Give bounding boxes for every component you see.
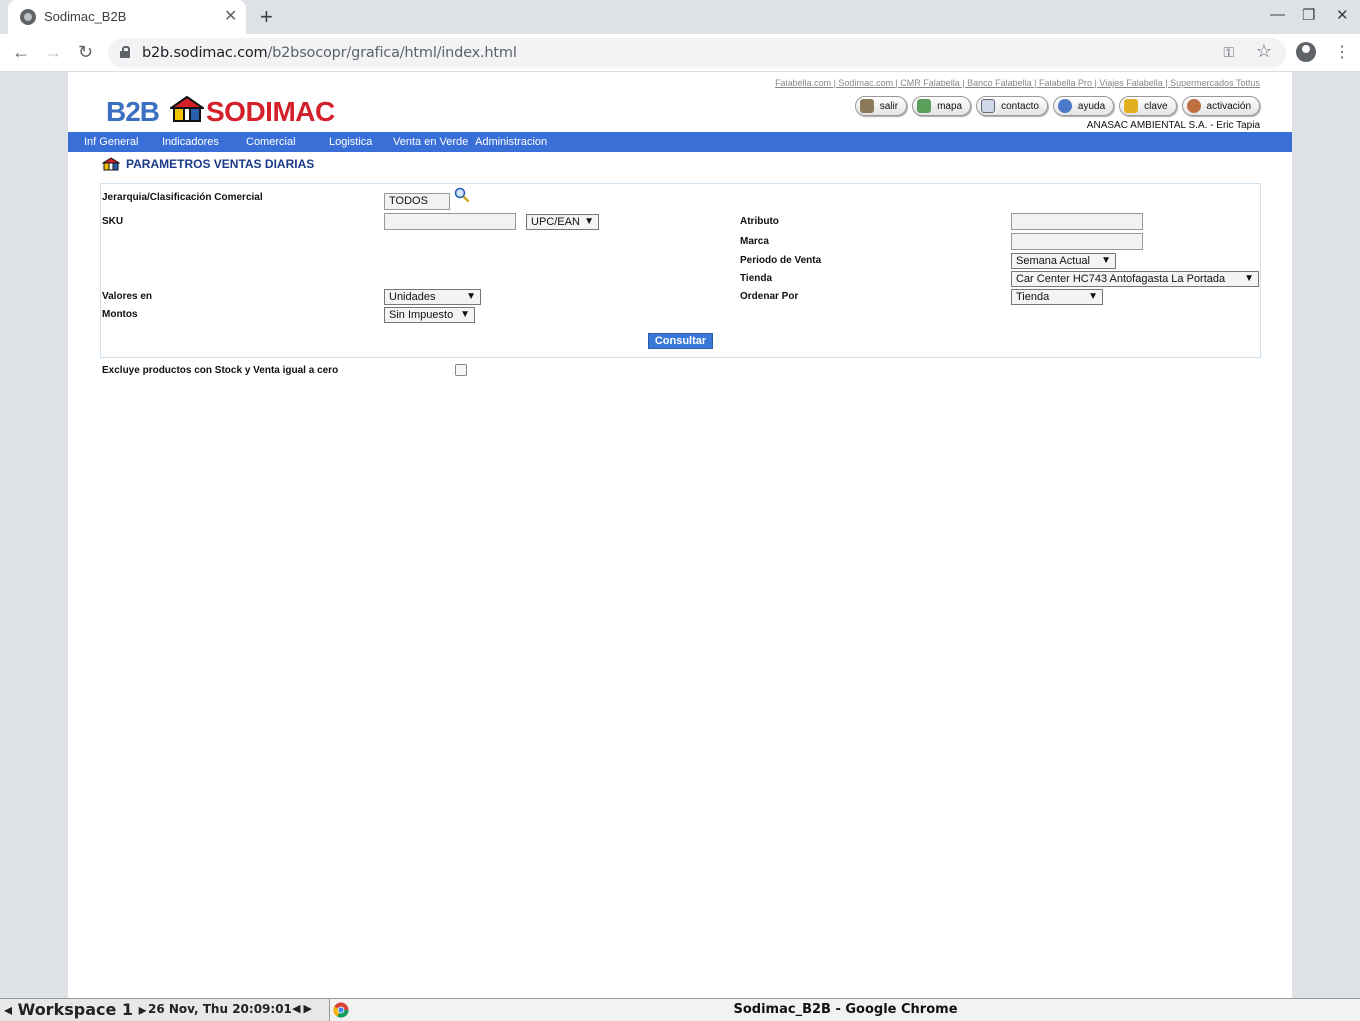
logo-b2b: B2B [106,96,160,127]
chevron-down-icon: ▼ [1244,273,1254,284]
house-logo-icon [170,96,204,122]
forward-icon[interactable]: → [44,42,62,63]
activacion-button[interactable]: activación [1181,96,1260,116]
close-tab-icon[interactable]: ✕ [224,6,237,26]
menu-kebab-icon[interactable]: ⋮ [1334,42,1350,62]
logo-sodimac: SODIMAC [206,96,335,127]
valores-select[interactable]: Unidades ▼ [384,289,481,305]
help-icon [1057,99,1072,113]
reload-icon[interactable]: ↻ [78,42,93,63]
contacto-button[interactable]: contacto [976,96,1048,116]
key-icon [1124,99,1139,113]
lock-icon [120,46,130,58]
montos-label: Montos [102,309,138,320]
user-icon [1186,99,1201,113]
envelope-icon [981,99,996,113]
periodo-select[interactable]: Semana Actual ▼ [1011,253,1116,269]
periodo-label: Periodo de Venta [740,255,822,266]
profile-icon[interactable] [1296,42,1316,62]
tab-title: Sodimac_B2B [44,9,127,24]
ordenar-label: Ordenar Por [740,291,799,302]
chevron-down-icon: ▼ [466,291,476,302]
consultar-button[interactable]: Consultar [648,333,713,349]
partner-links[interactable]: Falabella.com | Sodimac.com | CMR Falabe… [775,78,1260,88]
url-text: b2b.sodimac.com/b2bsocopr/grafica/html/i… [142,45,517,61]
globe-icon [20,9,36,25]
menu-inf-general[interactable]: Inf General [84,136,138,148]
chevron-down-icon: ▼ [1088,291,1098,302]
search-icon[interactable] [454,187,470,203]
restore-icon[interactable]: ❐ [1302,6,1315,24]
tienda-select[interactable]: Car Center HC743 Antofagasta La Portada ▼ [1011,271,1259,287]
atributo-label: Atributo [740,216,779,227]
bookmark-star-icon[interactable]: ☆ [1256,41,1272,62]
excluye-checkbox[interactable] [455,364,467,376]
tienda-label: Tienda [740,273,773,284]
user-info: ANASAC AMBIENTAL S.A. - Eric Tapia [1086,120,1260,131]
excluye-label: Excluye productos con Stock y Venta igua… [102,365,339,376]
minimize-icon[interactable]: — [1270,6,1285,23]
sku-label: SKU [102,216,124,227]
address-bar[interactable]: b2b.sodimac.com/b2bsocopr/grafica/html/i… [108,38,1286,68]
salir-button[interactable]: salir [854,96,908,116]
header-buttons: salir mapa contacto ayuda clave activaci… [854,96,1260,116]
main-menu: Inf General Indicadores Comercial Logist… [68,132,1292,152]
page-content: Falabella.com | Sodimac.com | CMR Falabe… [68,72,1292,998]
chevron-down-icon: ▼ [584,216,594,227]
sku-input[interactable] [384,213,516,230]
workspace-switcher[interactable]: ◂ Workspace 1 ▸ [4,1000,147,1019]
ordenar-select[interactable]: Tienda ▼ [1011,289,1103,305]
tab-strip: Sodimac_B2B ✕ + — ❐ ✕ [0,0,1360,34]
browser-toolbar: ← → ↻ b2b.sodimac.com/b2bsocopr/grafica/… [0,34,1360,72]
new-tab-icon[interactable]: + [260,4,273,30]
chevron-down-icon: ▼ [460,309,470,320]
sitemap-icon [917,99,932,113]
clave-button[interactable]: clave [1119,96,1177,116]
menu-venta-en-verde[interactable]: Venta en Verde [393,136,468,148]
chevron-down-icon: ▼ [1101,255,1111,266]
exit-door-icon [859,99,874,113]
taskbar: ◂ Workspace 1 ▸ 26 Nov, Thu 20:09:01 ◀ ▶… [0,998,1360,1021]
marca-input[interactable] [1011,233,1143,250]
mapa-button[interactable]: mapa [912,96,972,116]
atributo-input[interactable] [1011,213,1143,230]
clock: 26 Nov, Thu 20:09:01 [148,1002,292,1016]
sku-type-select[interactable]: UPC/EAN ▼ [526,214,599,230]
browser-tab[interactable]: Sodimac_B2B ✕ [8,0,246,34]
marca-label: Marca [740,236,769,247]
key-icon[interactable]: ⚿ [1223,44,1234,61]
taskbar-window-item[interactable]: Sodimac_B2B - Google Chrome [329,999,1360,1021]
jerarquia-label: Jerarquia/Clasificación Comercial [102,192,263,203]
house-icon [102,157,120,171]
back-icon[interactable]: ← [12,42,30,63]
jerarquia-field[interactable]: TODOS [384,193,450,210]
menu-logistica[interactable]: Logistica [329,136,372,148]
ayuda-button[interactable]: ayuda [1052,96,1115,116]
montos-select[interactable]: Sin Impuesto ▼ [384,307,475,323]
menu-administracion[interactable]: Administracion [475,136,547,148]
close-window-icon[interactable]: ✕ [1336,6,1349,24]
page-title-row: PARAMETROS VENTAS DIARIAS [102,157,314,171]
page-title: PARAMETROS VENTAS DIARIAS [126,157,315,171]
prev-window-icon[interactable]: ◀ ▶ [292,1002,312,1015]
window-title: Sodimac_B2B - Google Chrome [733,1002,958,1017]
valores-label: Valores en [102,291,153,302]
menu-comercial[interactable]: Comercial [246,136,296,148]
menu-indicadores[interactable]: Indicadores [162,136,219,148]
